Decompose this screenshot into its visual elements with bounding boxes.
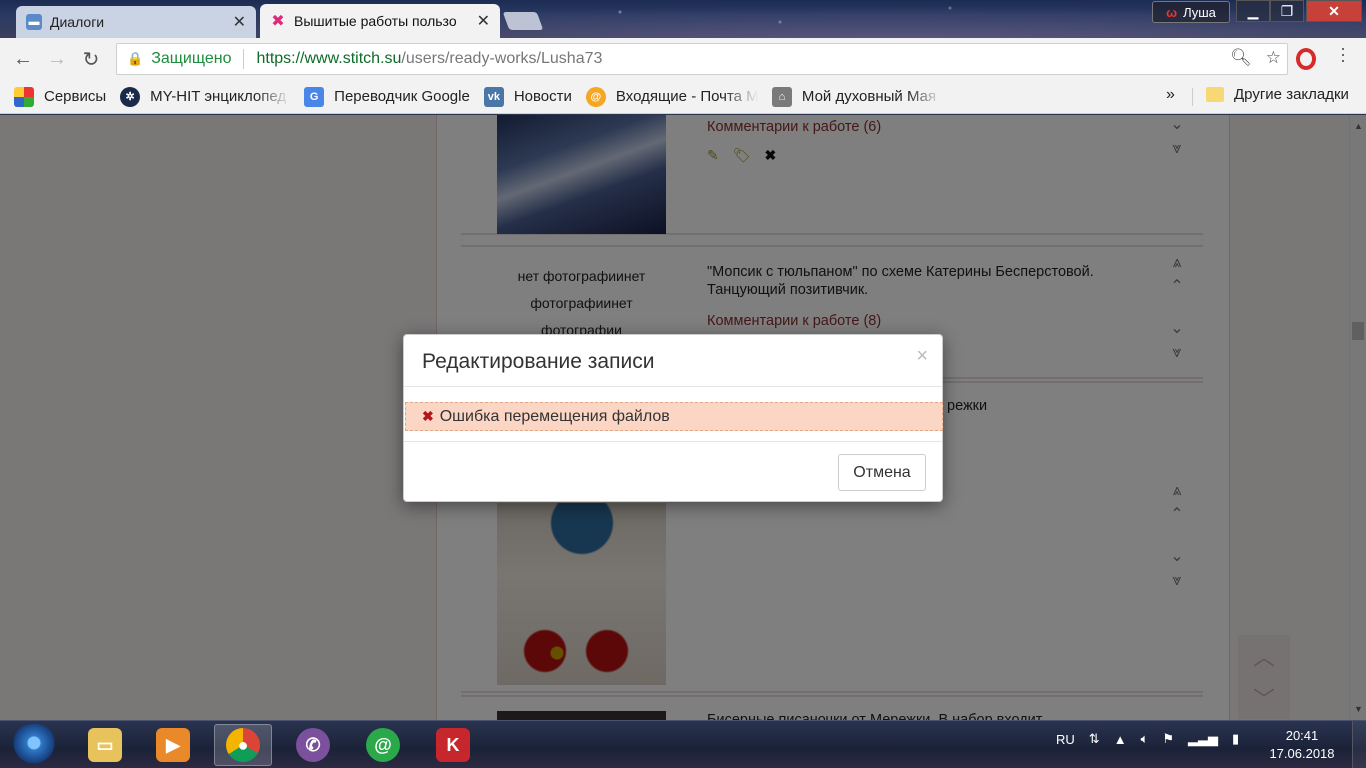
google-translate-icon: G xyxy=(304,86,325,107)
bookmark-star-icon[interactable]: ☆ xyxy=(1266,48,1281,68)
bookmark-label: Сервисы xyxy=(44,88,107,105)
clock-time: 20:41 xyxy=(1285,728,1319,743)
network-signal-icon[interactable]: ▂▃▅ xyxy=(1188,731,1218,747)
edit-record-dialog: Редактирование записи × ✖ Ошибка перемещ… xyxy=(403,334,943,502)
profile-name: Луша xyxy=(1183,4,1216,20)
battery-icon[interactable]: ▮ xyxy=(1232,731,1239,747)
lock-icon: 🔒 xyxy=(127,51,144,66)
windows-taskbar: ▭ ▶ ● ✆ @ K RU ⇅ ▲ 🔈︎ ⚑ ▂▃▅ ▮ 20:41 17.0… xyxy=(0,720,1366,768)
taskbar-media-player[interactable]: ▶ xyxy=(144,724,202,766)
close-icon[interactable]: ✕ xyxy=(233,12,246,32)
browser-titlebar: ▬ Диалоги ✕ ✖ Вышитые работы пользо ✕ ω … xyxy=(0,0,1366,38)
taskbar-clock[interactable]: 20:41 17.06.2018 xyxy=(1262,727,1342,763)
new-tab-button[interactable] xyxy=(502,12,544,30)
maximize-button[interactable]: ❐ xyxy=(1270,0,1304,22)
cancel-button[interactable]: Отмена xyxy=(838,454,926,491)
chat-icon: ▬ xyxy=(26,14,42,30)
taskbar-chrome[interactable]: ● xyxy=(214,724,272,766)
file-explorer-icon: ▭ xyxy=(88,728,122,762)
browser-menu-icon[interactable]: ⋯ xyxy=(1333,46,1353,64)
error-alert: ✖ Ошибка перемещения файлов xyxy=(405,402,943,431)
window-close-button[interactable]: ✕ xyxy=(1306,0,1362,22)
viber-icon: ✆ xyxy=(296,728,330,762)
error-icon: ✖ xyxy=(422,408,434,424)
dialog-title: Редактирование записи xyxy=(422,350,655,373)
bookmark-myhit[interactable]: ✲ MY-HIT энциклопед xyxy=(120,86,290,107)
dialog-header: Редактирование записи × xyxy=(404,335,942,387)
zoom-icon[interactable]: 🔍︎ xyxy=(1230,48,1252,68)
film-reel-icon: ✲ xyxy=(120,86,141,107)
language-arrows-icon[interactable]: ⇅ xyxy=(1089,731,1100,747)
clock-date: 17.06.2018 xyxy=(1269,746,1335,761)
url-path: /users/ready-works/Lusha73 xyxy=(401,50,603,67)
divider xyxy=(1192,88,1193,106)
browser-toolbar: ← → ↻ 🔒 Защищено https://www.stitch.su /… xyxy=(0,38,1366,80)
taskbar-viber[interactable]: ✆ xyxy=(284,724,342,766)
bookmark-spiritual-lighthouse[interactable]: ⌂ Мой духовный Мая xyxy=(771,86,942,107)
system-tray: RU ⇅ ▲ 🔈︎ ⚑ ▂▃▅ ▮ xyxy=(1056,731,1239,747)
bookmark-label: Входящие - Почта M xyxy=(615,88,758,105)
reload-button[interactable]: ↻ xyxy=(74,42,108,76)
mail-at-icon: @ xyxy=(585,86,606,107)
chrome-icon: ● xyxy=(226,728,260,762)
mail-agent-icon: @ xyxy=(366,728,400,762)
omnibox-actions: 🔍︎ ☆ xyxy=(1230,48,1281,68)
address-bar[interactable]: 🔒 Защищено https://www.stitch.su /users/… xyxy=(116,43,1288,75)
url-host: https://www.stitch.su xyxy=(256,50,402,67)
action-center-flag-icon[interactable]: ⚑ xyxy=(1162,731,1174,747)
bookmark-label: Другие закладки xyxy=(1234,86,1349,103)
bookmark-google-translate[interactable]: G Переводчик Google xyxy=(304,86,470,107)
error-message: Ошибка перемещения файлов xyxy=(439,407,670,425)
apps-grid-icon xyxy=(14,86,34,107)
taskbar-explorer[interactable]: ▭ xyxy=(76,724,134,766)
minimize-button[interactable]: ▁ xyxy=(1236,0,1270,22)
bookmarks-overflow-button[interactable]: » xyxy=(1166,86,1175,104)
profile-button[interactable]: ω Луша xyxy=(1152,1,1230,23)
language-indicator[interactable]: RU xyxy=(1056,732,1075,747)
forward-button[interactable]: → xyxy=(40,42,74,76)
folder-icon xyxy=(1206,87,1224,102)
bookmark-label: Мой духовный Мая xyxy=(801,88,937,105)
tab-ready-works[interactable]: ✖ Вышитые работы пользо ✕ xyxy=(260,4,500,38)
stitch-logo-icon: ✖ xyxy=(271,13,285,30)
dialog-footer: Отмена xyxy=(404,441,942,501)
bookmark-mail-inbox[interactable]: @ Входящие - Почта M xyxy=(585,86,758,107)
close-icon[interactable]: ✕ xyxy=(477,11,490,31)
tray-overflow-icon[interactable]: ▲ xyxy=(1114,732,1127,747)
bookmark-label: Переводчик Google xyxy=(334,88,470,105)
bookmark-vk-news[interactable]: vk Новости xyxy=(483,86,572,107)
tab-dialogs[interactable]: ▬ Диалоги ✕ xyxy=(16,6,256,38)
bookmark-label: Новости xyxy=(513,88,572,105)
start-button[interactable] xyxy=(8,724,60,766)
bookmark-label: MY-HIT энциклопед xyxy=(150,88,287,105)
volume-icon[interactable]: 🔈︎ xyxy=(1141,731,1149,747)
tab-title: Диалоги xyxy=(50,14,105,30)
bookmark-services[interactable]: Сервисы xyxy=(14,86,107,107)
opera-extension-icon[interactable] xyxy=(1296,48,1316,70)
media-player-icon: ▶ xyxy=(156,728,190,762)
profile-icon: ω xyxy=(1166,4,1178,20)
divider xyxy=(243,49,245,69)
close-icon[interactable]: × xyxy=(916,345,928,368)
back-button[interactable]: ← xyxy=(6,42,40,76)
lighthouse-icon: ⌂ xyxy=(771,86,792,107)
tab-title: Вышитые работы пользо xyxy=(294,13,457,29)
show-desktop-button[interactable] xyxy=(1352,721,1366,768)
app-red-icon: K xyxy=(436,728,470,762)
taskbar-app-red[interactable]: K xyxy=(424,724,482,766)
security-label: Защищено xyxy=(151,50,232,67)
bookmark-other[interactable]: Другие закладки xyxy=(1206,86,1349,103)
bookmarks-bar: Сервисы ✲ MY-HIT энциклопед G Переводчик… xyxy=(0,80,1366,114)
vk-icon: vk xyxy=(483,86,504,107)
taskbar-mail-agent[interactable]: @ xyxy=(354,724,412,766)
